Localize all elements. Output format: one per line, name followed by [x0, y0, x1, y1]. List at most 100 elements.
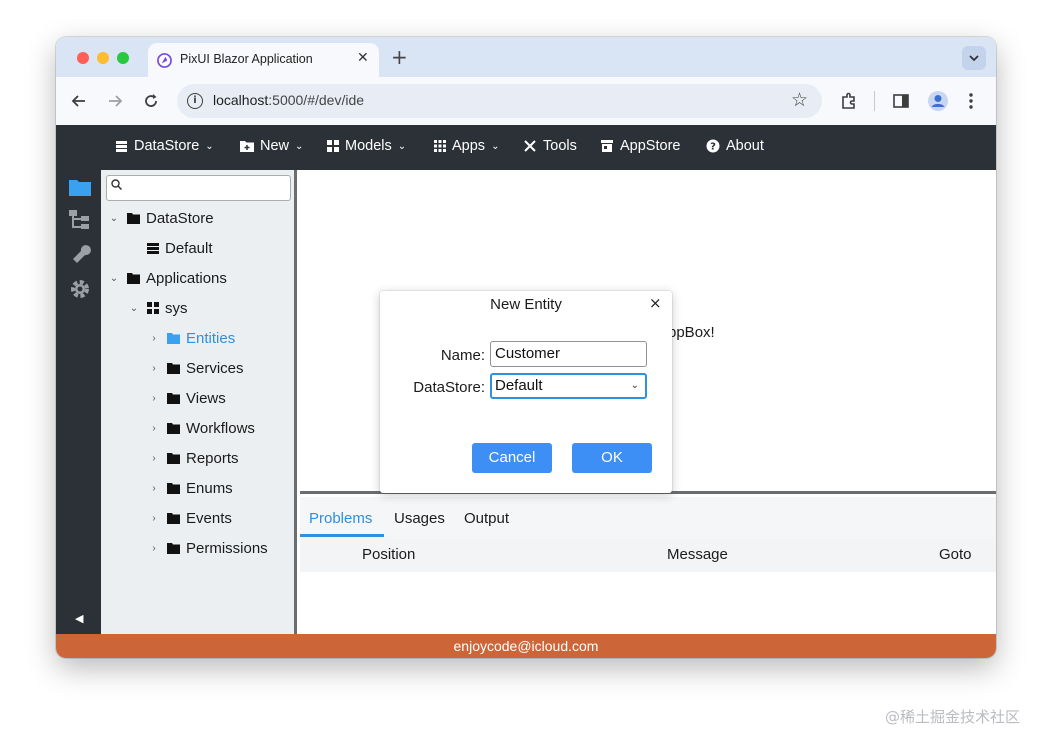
tree-node-label: Applications: [146, 269, 227, 287]
database-icon: [116, 140, 127, 152]
activity-bar: ◀: [56, 170, 101, 634]
new-tab-button[interactable]: +: [391, 45, 408, 69]
status-email: enjoycode@icloud.com: [453, 638, 599, 654]
tab-close-icon[interactable]: ✕: [357, 50, 369, 66]
extensions-puzzle-icon[interactable]: [839, 91, 859, 111]
folder-icon[interactable]: [69, 178, 91, 196]
menu-about-label: About: [726, 138, 764, 154]
chevron-down-icon: ⌄: [630, 380, 639, 391]
collapse-sidebar-icon[interactable]: ◀: [75, 612, 83, 625]
datastore-select-value: Default: [495, 377, 543, 394]
search-icon: [111, 179, 122, 190]
menu-datastore[interactable]: DataStore ⌄: [115, 138, 214, 154]
menu-appstore[interactable]: AppStore: [600, 138, 680, 154]
bottom-tab-bar: Problems Usages Output: [300, 497, 996, 537]
ok-button[interactable]: OK: [572, 443, 652, 473]
menu-tools-label: Tools: [543, 138, 577, 154]
browser-toolbar: i localhost:5000/#/dev/ide ☆: [56, 77, 996, 125]
menu-datastore-label: DataStore: [134, 138, 200, 154]
menu-apps[interactable]: Apps ⌄: [434, 138, 499, 154]
menu-appstore-label: AppStore: [620, 138, 681, 154]
dialog-title: New Entity: [490, 296, 562, 313]
reload-icon[interactable]: [142, 92, 160, 110]
back-arrow-icon[interactable]: [70, 92, 88, 110]
chevron-right-icon[interactable]: ›: [147, 393, 161, 404]
tree-node-workflows[interactable]: › Workflows: [147, 418, 255, 438]
tree-node-label: Views: [186, 389, 226, 407]
tree-node-reports[interactable]: › Reports: [147, 448, 238, 468]
welcome-text: ppBox!: [668, 324, 715, 341]
new-entity-dialog: New Entity × Name: Customer DataStore: D…: [380, 291, 672, 493]
tree-node-entities[interactable]: › Entities: [147, 328, 235, 348]
chevron-right-icon[interactable]: ›: [147, 423, 161, 434]
chevron-right-icon[interactable]: ›: [147, 363, 161, 374]
minimize-window-button[interactable]: [97, 52, 109, 64]
tree-node-datastore[interactable]: ⌄ DataStore: [107, 208, 214, 228]
forward-arrow-icon[interactable]: [106, 92, 124, 110]
folder-icon: [167, 542, 180, 554]
menu-new-label: New: [260, 138, 290, 154]
tools-icon: [524, 140, 536, 152]
tab-output[interactable]: Output: [464, 510, 509, 527]
chevron-right-icon[interactable]: ›: [147, 483, 161, 494]
chevron-down-icon: ⌄: [205, 140, 214, 152]
chevron-down-icon[interactable]: ⌄: [107, 273, 121, 284]
apps-grid-icon: [434, 140, 446, 152]
menu-apps-label: Apps: [452, 138, 486, 154]
tab-title: PixUI Blazor Application: [180, 52, 313, 66]
site-info-icon[interactable]: i: [187, 93, 203, 109]
close-window-button[interactable]: [77, 52, 89, 64]
more-menu-icon[interactable]: [968, 91, 974, 111]
profile-avatar-icon[interactable]: [927, 90, 949, 112]
tree-node-label: Default: [165, 239, 213, 257]
chevron-right-icon[interactable]: ›: [147, 543, 161, 554]
tree-node-services[interactable]: › Services: [147, 358, 243, 378]
name-label: Name:: [440, 347, 485, 364]
browser-tab[interactable]: PixUI Blazor Application ✕: [148, 43, 379, 77]
tab-problems[interactable]: Problems: [309, 510, 372, 527]
chevron-down-icon: [969, 55, 979, 62]
tree-icon[interactable]: [69, 210, 91, 230]
close-icon[interactable]: ×: [649, 294, 662, 312]
tab-search-button[interactable]: [962, 46, 986, 70]
tree-node-label: Enums: [186, 479, 233, 497]
database-icon: [147, 242, 159, 254]
chevron-right-icon[interactable]: ›: [147, 513, 161, 524]
menu-tools[interactable]: Tools: [523, 138, 577, 154]
side-panel-icon[interactable]: [892, 92, 910, 110]
chevron-right-icon[interactable]: ›: [147, 333, 161, 344]
name-input[interactable]: Customer: [490, 341, 647, 367]
folder-icon: [167, 392, 180, 404]
bookmark-star-icon[interactable]: ☆: [791, 89, 808, 111]
menu-models-label: Models: [345, 138, 392, 154]
folder-icon: [167, 422, 180, 434]
help-icon: ?: [706, 139, 720, 153]
tree-search-input[interactable]: [106, 175, 291, 201]
gear-icon[interactable]: [69, 278, 91, 300]
status-bar: enjoycode@icloud.com: [56, 634, 996, 658]
tree-node-views[interactable]: › Views: [147, 388, 226, 408]
chevron-down-icon[interactable]: ⌄: [127, 303, 141, 314]
menu-new[interactable]: New ⌄: [240, 138, 303, 154]
wrench-icon[interactable]: [69, 243, 91, 265]
chevron-down-icon: ⌄: [295, 140, 304, 152]
bottom-panel: Problems Usages Output Position Message …: [300, 497, 996, 634]
tree-node-permissions[interactable]: › Permissions: [147, 538, 267, 558]
tree-node-events[interactable]: › Events: [147, 508, 232, 528]
tree-node-default[interactable]: Default: [127, 238, 213, 258]
menu-models[interactable]: Models ⌄: [327, 138, 406, 154]
chevron-down-icon[interactable]: ⌄: [107, 213, 121, 224]
menu-about[interactable]: ? About: [706, 138, 764, 154]
cancel-button[interactable]: Cancel: [472, 443, 552, 473]
tree-node-sys[interactable]: ⌄ sys: [127, 298, 188, 318]
address-bar[interactable]: i localhost:5000/#/dev/ide ☆: [177, 84, 822, 118]
tree-node-applications[interactable]: ⌄ Applications: [107, 268, 227, 288]
watermark-text: @稀土掘金技术社区: [885, 708, 1021, 726]
datastore-select[interactable]: Default ⌄: [490, 373, 647, 399]
tree-node-enums[interactable]: › Enums: [147, 478, 233, 498]
tab-usages[interactable]: Usages: [394, 510, 445, 527]
chevron-right-icon[interactable]: ›: [147, 453, 161, 464]
store-icon: [601, 140, 613, 152]
column-message: Message: [667, 546, 728, 563]
maximize-window-button[interactable]: [117, 52, 129, 64]
